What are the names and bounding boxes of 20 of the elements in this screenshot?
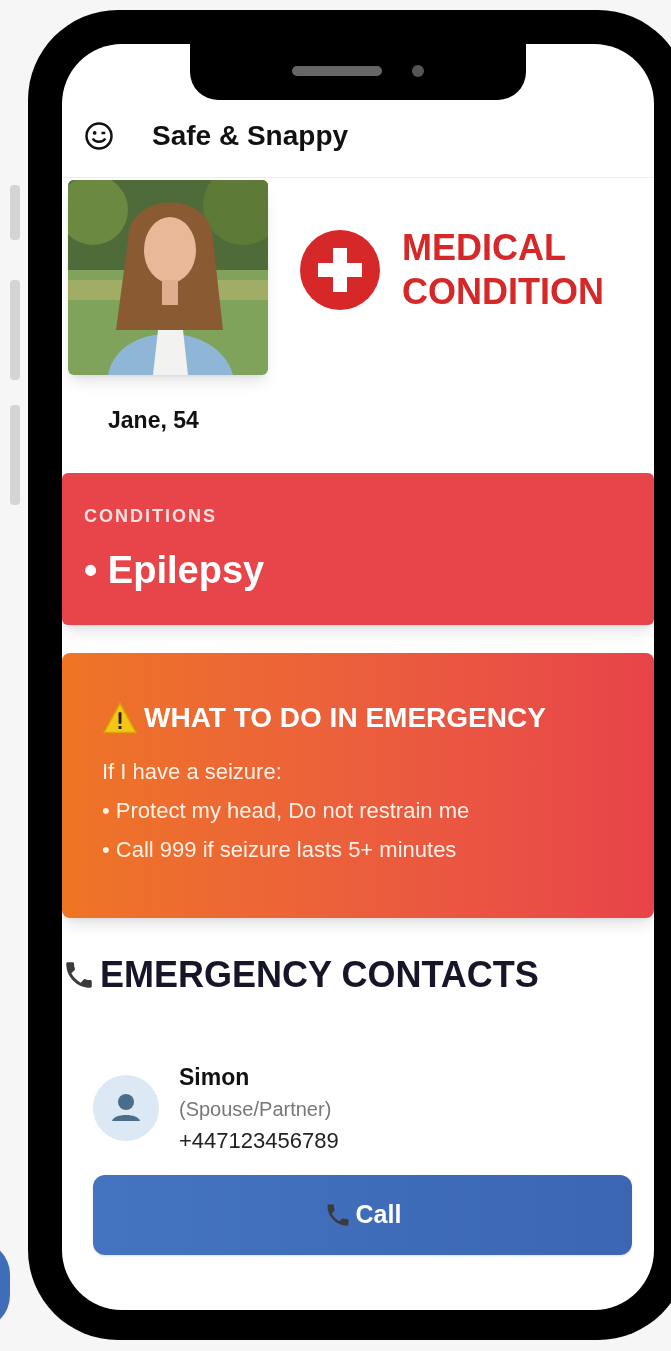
instruction-line: • Protect my head, Do not restrain me bbox=[102, 796, 471, 825]
avatar-icon bbox=[93, 1075, 159, 1142]
contact-relation: (Spouse/Partner) bbox=[179, 1097, 333, 1122]
contact-phone: +447123456789 bbox=[179, 1127, 339, 1155]
winking-face-icon bbox=[84, 120, 114, 151]
warning-icon bbox=[102, 701, 138, 734]
app-title: Safe & Snappy bbox=[152, 118, 349, 153]
condition-item: • Epilepsy bbox=[84, 547, 266, 593]
call-button[interactable]: Call bbox=[93, 1175, 632, 1255]
banner-title: MEDICAL bbox=[402, 226, 567, 270]
profile-name: Jane, 54 bbox=[107, 406, 200, 435]
medical-cross-icon bbox=[300, 230, 380, 310]
instruction-line: If I have a seizure: bbox=[102, 757, 283, 786]
emergency-title: WHAT TO DO IN EMERGENCY bbox=[144, 700, 546, 735]
instruction-line: • Call 999 if seizure lasts 5+ minutes bbox=[102, 835, 458, 864]
camera bbox=[412, 65, 424, 77]
banner-title: CONDITION bbox=[402, 270, 604, 314]
section-label: CONDITIONS bbox=[84, 504, 218, 528]
contacts-title: EMERGENCY CONTACTS bbox=[100, 952, 539, 997]
contact-name: Simon bbox=[179, 1062, 251, 1092]
